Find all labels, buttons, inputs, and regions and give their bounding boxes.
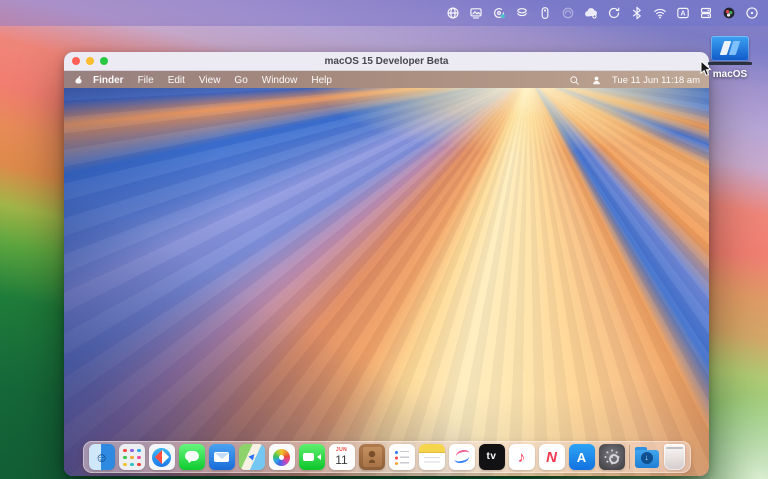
traffic-lights [64, 57, 108, 65]
menu-window[interactable]: Window [255, 75, 305, 86]
contacts-dock-icon[interactable] [358, 444, 385, 470]
dimmed-app-icon[interactable] [561, 6, 575, 20]
globe-icon[interactable] [446, 6, 460, 20]
calendar-day-label: 11 [335, 453, 348, 467]
photos-dock-icon[interactable] [268, 444, 295, 470]
freeform-dock-icon[interactable] [448, 444, 475, 470]
menu-file[interactable]: File [131, 75, 161, 86]
host-menubar: A [0, 0, 768, 26]
mail-dock-icon[interactable] [208, 444, 235, 470]
vm-menubar: Finder File Edit View Go Window Help Tue 11 Ju… [64, 71, 709, 89]
vm-window-titlebar[interactable]: macOS 15 Developer Beta [64, 52, 709, 71]
control-center-icon[interactable] [745, 6, 759, 20]
vm-window[interactable]: macOS 15 Developer Beta Finder File Edit Vi… [64, 52, 709, 476]
sync-icon[interactable] [607, 6, 621, 20]
news-glyph: N [546, 448, 557, 466]
music-dock-icon[interactable]: ♪ [508, 444, 535, 470]
apple-menu-icon[interactable] [73, 75, 84, 86]
color-status-icon[interactable] [722, 6, 736, 20]
screen: A macOS macOS 15 Developer Beta Finder Fi… [0, 0, 768, 479]
vm-menu-items: Finder File Edit View Go Window Help [86, 75, 339, 86]
menu-help[interactable]: Help [304, 75, 339, 86]
finder-glyph: ☺ [94, 449, 109, 465]
menu-edit[interactable]: Edit [161, 75, 192, 86]
cloud-app-icon[interactable] [584, 6, 598, 20]
reminders-dock-icon[interactable] [388, 444, 415, 470]
app-store-glyph: A [576, 449, 587, 465]
music-glyph: ♪ [517, 448, 526, 466]
svg-text:A: A [680, 11, 685, 18]
vm-status-icons [568, 73, 604, 87]
vm-desktop-wallpaper: ☺ ▲ JUN 11 tv ♪ N A ↓ [64, 88, 709, 476]
user-switching-icon[interactable] [590, 73, 604, 87]
trash-dock-icon[interactable] [663, 444, 685, 470]
safari-dock-icon[interactable] [148, 444, 175, 470]
calendar-dock-icon[interactable]: JUN 11 [328, 444, 355, 470]
app-store-dock-icon[interactable]: A [568, 444, 595, 470]
minimize-button[interactable] [86, 57, 94, 65]
dock: ☺ ▲ JUN 11 tv ♪ N A ↓ [82, 441, 691, 473]
dock-separator [628, 445, 630, 469]
mouse-cursor-icon [700, 59, 712, 82]
vm-monitor-icon [711, 36, 749, 61]
apple-tv-glyph: tv [486, 451, 497, 462]
vm-menubar-clock[interactable]: Tue 11 Jun 11:18 am [612, 75, 700, 86]
close-button[interactable] [72, 57, 80, 65]
news-dock-icon[interactable]: N [538, 444, 565, 470]
host-status-icons: A [446, 6, 759, 20]
facetime-dock-icon[interactable] [298, 444, 325, 470]
input-source-icon[interactable]: A [676, 6, 690, 20]
bluetooth-icon[interactable] [630, 6, 644, 20]
maps-glyph: ▲ [244, 449, 260, 465]
vm-monitor-base [708, 62, 752, 65]
spotlight-search-icon[interactable] [568, 73, 582, 87]
vm-window-title: macOS 15 Developer Beta [324, 55, 449, 67]
launchpad-dock-icon[interactable] [118, 444, 145, 470]
vm-menubar-right: Tue 11 Jun 11:18 am [568, 73, 700, 87]
downloads-folder-dock-icon[interactable]: ↓ [634, 444, 660, 470]
messages-dock-icon[interactable] [178, 444, 205, 470]
finder-dock-icon[interactable]: ☺ [88, 444, 115, 470]
maps-dock-icon[interactable]: ▲ [238, 444, 265, 470]
battery-case-icon[interactable] [538, 6, 552, 20]
downloads-folder-glyph: ↓ [640, 452, 653, 464]
swirl-app-icon[interactable] [492, 6, 506, 20]
zoom-button[interactable] [100, 57, 108, 65]
stacked-disks-icon[interactable] [699, 6, 713, 20]
notes-dock-icon[interactable] [418, 444, 445, 470]
apple-tv-dock-icon[interactable]: tv [478, 444, 505, 470]
system-settings-dock-icon[interactable] [598, 444, 625, 470]
menu-go[interactable]: Go [227, 75, 254, 86]
layers-icon[interactable] [515, 6, 529, 20]
menu-finder[interactable]: Finder [86, 75, 131, 86]
wifi-icon[interactable] [653, 6, 667, 20]
display-mirroring-icon[interactable] [469, 6, 483, 20]
menu-view[interactable]: View [192, 75, 228, 86]
